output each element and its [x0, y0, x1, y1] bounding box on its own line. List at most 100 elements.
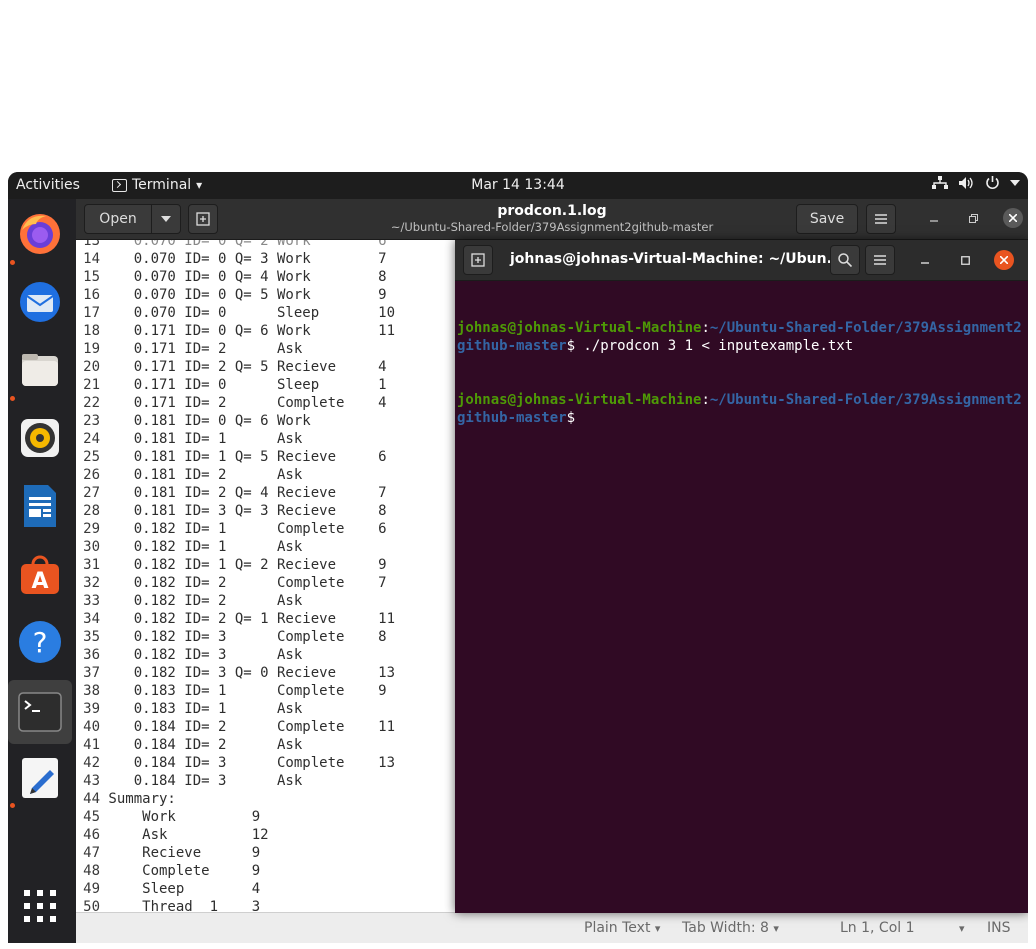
new-tab-button[interactable]: [463, 245, 493, 275]
line-number: 34: [83, 611, 100, 627]
line-number: 28: [83, 503, 100, 519]
terminal-title: johnas@johnas-Virtual-Machine: ~/Ubun...: [510, 251, 843, 267]
line-number: 29: [83, 521, 100, 537]
line-number: 32: [83, 575, 100, 591]
code-line: 42 0.184 ID= 3 Complete 13: [76, 754, 395, 772]
code-line: 25 0.181 ID= 1 Q= 5 Recieve 6: [76, 448, 387, 466]
terminal-icon[interactable]: [8, 680, 72, 744]
prompt-command: $ ./prodcon 3 1 < inputexample.txt: [566, 338, 854, 354]
show-applications-icon[interactable]: [18, 884, 62, 928]
line-text: Thread 1 3: [100, 899, 261, 912]
code-line: 27 0.181 ID= 2 Q= 4 Recieve 7: [76, 484, 386, 502]
code-line: 22 0.171 ID= 2 Complete 4: [76, 394, 386, 412]
code-line: 15 0.070 ID= 0 Q= 4 Work 8: [76, 268, 387, 286]
code-line: 32 0.182 ID= 2 Complete 7: [76, 574, 386, 592]
close-icon: [1000, 256, 1008, 264]
line-text: 0.181 ID= 2 Ask: [100, 467, 303, 483]
line-number: 38: [83, 683, 100, 699]
code-line: 30 0.182 ID= 1 Ask: [76, 538, 302, 556]
libreoffice-writer-icon[interactable]: [18, 484, 62, 528]
restore-button[interactable]: [963, 208, 983, 228]
chevron-down-icon: ▾: [773, 922, 779, 935]
minimize-button[interactable]: [924, 208, 944, 228]
line-text: 0.182 ID= 1 Q= 2 Recieve 9: [100, 557, 387, 573]
minimize-icon: [921, 262, 929, 264]
code-line: 49 Sleep 4: [76, 880, 260, 898]
code-line: 28 0.181 ID= 3 Q= 3 Recieve 8: [76, 502, 386, 520]
chevron-down-icon: [1010, 179, 1020, 186]
line-text: 0.182 ID= 3 Ask: [100, 647, 303, 663]
dock: A ?: [8, 199, 76, 943]
clock[interactable]: Mar 14 13:44: [8, 177, 1028, 193]
line-text: Work 9: [100, 809, 261, 825]
insert-mode[interactable]: INS: [987, 920, 1011, 936]
top-bar: Activities Terminal ▾ Mar 14 13:44: [8, 172, 1028, 199]
line-number: 20: [83, 359, 100, 375]
line-text: Recieve 9: [100, 845, 261, 861]
maximize-button[interactable]: [955, 250, 975, 270]
line-number: 48: [83, 863, 100, 879]
line-text: 0.070 ID= 0 Q= 4 Work 8: [100, 269, 387, 285]
line-number: 46: [83, 827, 100, 843]
system-tray[interactable]: [932, 175, 1020, 190]
tab-width-label: Tab Width: 8: [682, 920, 769, 936]
language-label: Plain Text: [584, 920, 651, 936]
line-number: 35: [83, 629, 100, 645]
close-button[interactable]: [994, 250, 1014, 270]
code-line: 48 Complete 9: [76, 862, 260, 880]
code-line: 24 0.181 ID= 1 Ask: [76, 430, 302, 448]
line-text: 0.184 ID= 2 Complete 11: [100, 719, 396, 735]
hamburger-menu-button[interactable]: [866, 204, 896, 234]
code-line: 39 0.183 ID= 1 Ask: [76, 700, 302, 718]
cursor-position-label: Ln 1, Col 1: [840, 920, 915, 936]
rhythmbox-icon[interactable]: [18, 416, 62, 460]
language-selector[interactable]: Plain Text ▾: [584, 920, 660, 936]
line-text: 0.070 ID= 0 Q= 5 Work 9: [100, 287, 387, 303]
new-tab-icon: [471, 253, 485, 267]
code-line: 45 Work 9: [76, 808, 260, 826]
line-text: 0.183 ID= 1 Complete 9: [100, 683, 387, 699]
minimize-button[interactable]: [915, 250, 935, 270]
hamburger-menu-button[interactable]: [865, 245, 895, 275]
line-number: 40: [83, 719, 100, 735]
line-number: 41: [83, 737, 100, 753]
save-button[interactable]: Save: [796, 204, 858, 234]
code-line: 14 0.070 ID= 0 Q= 3 Work 7: [76, 250, 386, 268]
line-text: 0.183 ID= 1 Ask: [100, 701, 303, 717]
line-text: 0.182 ID= 2 Q= 1 Recieve 11: [100, 611, 396, 627]
help-icon[interactable]: ?: [18, 620, 62, 664]
text-editor-icon[interactable]: [18, 756, 62, 800]
thunderbird-icon[interactable]: [18, 280, 62, 324]
line-number: 30: [83, 539, 100, 555]
line-text: 0.184 ID= 3 Ask: [100, 773, 303, 789]
cursor-position[interactable]: Ln 1, Col 1 ▾: [840, 920, 965, 936]
volume-icon: [959, 176, 973, 189]
line-number: 43: [83, 773, 100, 789]
code-line: 46 Ask 12: [76, 826, 268, 844]
line-text: 0.182 ID= 2 Ask: [100, 593, 303, 609]
files-icon[interactable]: [18, 348, 62, 392]
line-number: 15: [83, 269, 100, 285]
line-number: 37: [83, 665, 100, 681]
line-text: 0.070 ID= 0 Sleep 10: [100, 305, 396, 321]
code-line: 23 0.181 ID= 0 Q= 6 Work: [76, 412, 311, 430]
line-number: 31: [83, 557, 100, 573]
line-number: 27: [83, 485, 100, 501]
search-button[interactable]: [830, 245, 860, 275]
close-icon: [1009, 214, 1017, 222]
firefox-icon[interactable]: [18, 212, 62, 256]
line-text: 0.171 ID= 0 Q= 6 Work 11: [100, 323, 396, 339]
close-button[interactable]: [1003, 208, 1023, 228]
line-text: Sleep 4: [100, 881, 261, 897]
tab-width-selector[interactable]: Tab Width: 8 ▾: [682, 920, 779, 936]
ubuntu-software-icon[interactable]: A: [18, 552, 62, 596]
line-text: 0.184 ID= 3 Complete 13: [100, 755, 396, 771]
code-line: 31 0.182 ID= 1 Q= 2 Recieve 9: [76, 556, 387, 574]
prompt-user: johnas@johnas-Virtual-Machine: [457, 320, 702, 336]
line-number: 14: [83, 251, 100, 267]
line-text: 0.181 ID= 1 Q= 5 Recieve 6: [100, 449, 387, 465]
terminal-output[interactable]: johnas@johnas-Virtual-Machine:~/Ubuntu-S…: [457, 283, 1025, 463]
prompt-separator: :: [701, 320, 710, 336]
code-line: 21 0.171 ID= 0 Sleep 1: [76, 376, 386, 394]
line-text: Summary:: [100, 791, 176, 807]
